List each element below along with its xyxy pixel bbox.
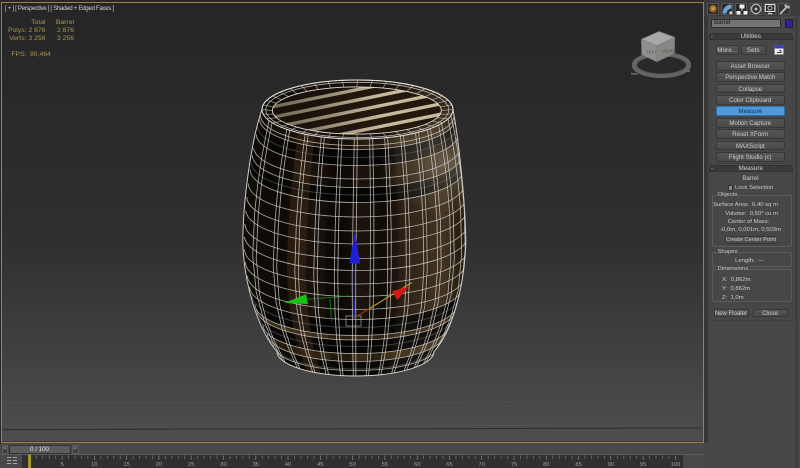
svg-text:100: 100 xyxy=(671,462,681,468)
svg-text:55: 55 xyxy=(382,462,388,468)
svg-text:70: 70 xyxy=(478,462,484,468)
svg-text:65: 65 xyxy=(446,462,452,468)
svg-text:50: 50 xyxy=(349,462,355,468)
svg-text:10: 10 xyxy=(91,462,97,468)
svg-text:15: 15 xyxy=(123,462,129,468)
svg-text:60: 60 xyxy=(414,462,420,468)
svg-text:20: 20 xyxy=(156,462,162,468)
svg-text:25: 25 xyxy=(188,462,194,468)
svg-text:75: 75 xyxy=(511,462,517,468)
svg-text:45: 45 xyxy=(317,462,323,468)
svg-text:5: 5 xyxy=(60,462,63,468)
svg-text:80: 80 xyxy=(543,462,549,468)
svg-text:85: 85 xyxy=(575,462,581,468)
svg-text:95: 95 xyxy=(640,462,646,468)
svg-text:40: 40 xyxy=(285,462,291,468)
svg-text:30: 30 xyxy=(220,462,226,468)
svg-text:35: 35 xyxy=(253,462,259,468)
svg-text:90: 90 xyxy=(608,462,614,468)
